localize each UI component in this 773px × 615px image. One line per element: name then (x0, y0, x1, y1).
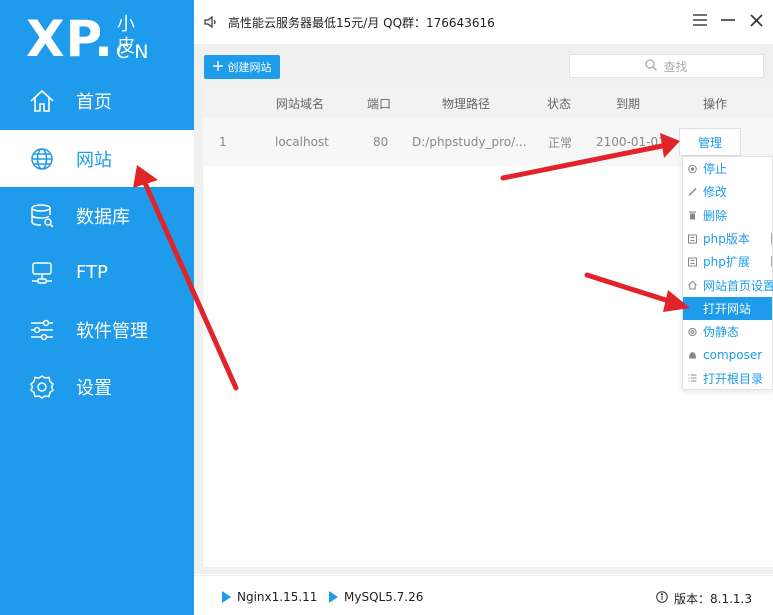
speaker-icon (204, 14, 218, 29)
menu-item-edit[interactable]: 修改 (683, 180, 772, 203)
sidebar-item-label: 首页 (76, 92, 112, 113)
sidebar-item-label: FTP (76, 262, 108, 283)
menu-item-homepage-settings[interactable]: 网站首页设置 (683, 273, 773, 296)
rewrite-icon (688, 327, 697, 336)
column-header-action: 操作 (703, 96, 728, 111)
column-header-expire: 到期 (616, 96, 641, 111)
menu-item-composer[interactable]: composer (683, 343, 772, 366)
info-icon (656, 591, 668, 606)
menu-item-open-root[interactable]: 打开根目录 (683, 367, 772, 390)
play-icon (222, 591, 231, 603)
menu-item-rewrite[interactable]: 伪静态 (683, 320, 772, 343)
sidebar: XP. 小皮 CN 首页 网站 数据库 FTP 软件管理 设置 (0, 0, 194, 615)
menu-item-php-extension[interactable]: php扩展 (683, 250, 772, 273)
search-placeholder: 查找 (663, 59, 688, 74)
menu-item-label: php扩展 (703, 255, 750, 270)
row-path: D:/phpstudy_pro/... (412, 135, 527, 149)
sidebar-item-label: 软件管理 (76, 320, 148, 342)
mysql-label: MySQL5.7.26 (344, 590, 424, 604)
close-icon[interactable] (749, 12, 763, 28)
minimize-icon[interactable] (721, 12, 735, 28)
menu-item-label: 伪静态 (703, 325, 740, 340)
sliders-icon (29, 317, 55, 343)
folder-list-icon (688, 374, 697, 383)
logo-xp: XP. (26, 10, 115, 68)
sidebar-item-label: 数据库 (76, 206, 130, 228)
extension-icon (688, 257, 697, 267)
plus-icon (212, 60, 223, 74)
column-header-port: 端口 (367, 96, 392, 111)
row-status: 正常 (548, 135, 573, 150)
table-header: 网站域名 端口 物理路径 状态 到期 操作 (203, 88, 773, 118)
nginx-status[interactable]: Nginx1.15.11 (222, 590, 317, 604)
play-icon (329, 591, 338, 603)
sidebar-item-label: 网站 (76, 149, 112, 171)
create-website-button[interactable]: 创建网站 (204, 55, 280, 79)
version-label: 版本：8.1.1.3 (674, 592, 752, 606)
row-expire: 2100-01-01 (596, 135, 666, 149)
nginx-label: Nginx1.15.11 (237, 590, 318, 604)
row-domain: localhost (275, 135, 329, 149)
menu-icon[interactable] (693, 12, 707, 28)
sidebar-nav: 首页 网站 数据库 FTP 软件管理 设置 (0, 72, 194, 415)
title-bar: 高性能云服务器最低15元/月 QQ群：176643616 (194, 0, 773, 44)
sidebar-item-settings[interactable]: 设置 (0, 358, 194, 415)
menu-item-open-website[interactable]: 打开网站 (683, 296, 772, 321)
create-website-label: 创建网站 (227, 61, 272, 74)
mysql-status[interactable]: MySQL5.7.26 (329, 590, 423, 604)
manage-dropdown-menu: 停止 修改 删除 php版本 php扩展 网站首页设置 打开网站 伪静态 com… (682, 156, 773, 390)
trash-icon (688, 211, 697, 220)
menu-item-delete[interactable]: 删除 (683, 204, 772, 227)
menu-item-stop[interactable]: 停止 (683, 157, 772, 180)
menu-item-php-version[interactable]: php版本 (683, 227, 772, 250)
menu-item-label: composer (703, 348, 763, 363)
submenu-indicator (771, 232, 772, 244)
status-bar: Nginx1.15.11 MySQL5.7.26 版本：8.1.1.3 (194, 575, 773, 615)
globe-icon (29, 146, 55, 172)
version-info: 版本：8.1.1.3 (656, 590, 752, 607)
menu-item-label: 修改 (703, 185, 728, 200)
sidebar-item-label: 设置 (76, 377, 112, 399)
version-icon (688, 234, 697, 244)
logo-cn-bottom: CN (116, 41, 154, 63)
search-input[interactable]: 查找 (569, 54, 764, 78)
sidebar-item-website[interactable]: 网站 (0, 130, 194, 187)
submenu-indicator (771, 256, 772, 268)
open-site-icon (688, 304, 697, 313)
composer-icon (688, 351, 697, 360)
menu-item-label: 删除 (703, 208, 728, 223)
column-header-path: 物理路径 (442, 96, 491, 111)
column-header-status: 状态 (547, 96, 572, 111)
stop-icon (688, 164, 697, 173)
search-icon (645, 58, 658, 74)
manage-button[interactable]: 管理 (679, 128, 741, 156)
sidebar-item-home[interactable]: 首页 (0, 72, 194, 130)
menu-item-label: 打开网站 (703, 301, 752, 316)
sidebar-item-ftp[interactable]: FTP (0, 244, 194, 301)
home-icon (29, 88, 55, 114)
homepage-icon (688, 280, 697, 290)
sidebar-item-database[interactable]: 数据库 (0, 187, 194, 244)
window-controls (693, 12, 763, 28)
column-header-domain: 网站域名 (276, 96, 325, 111)
menu-item-label: php版本 (703, 232, 750, 247)
row-index: 1 (219, 135, 227, 149)
pencil-icon (688, 187, 697, 196)
ftp-server-icon (29, 260, 55, 286)
sidebar-item-software[interactable]: 软件管理 (0, 301, 194, 358)
database-icon (29, 203, 55, 229)
menu-item-label: 打开根目录 (703, 371, 764, 386)
menu-item-label: 网站首页设置 (703, 278, 773, 293)
row-port: 80 (373, 135, 389, 149)
announcement-text[interactable]: 高性能云服务器最低15元/月 QQ群：176643616 (228, 14, 495, 31)
gear-icon (29, 374, 55, 400)
menu-item-label: 停止 (703, 162, 728, 177)
